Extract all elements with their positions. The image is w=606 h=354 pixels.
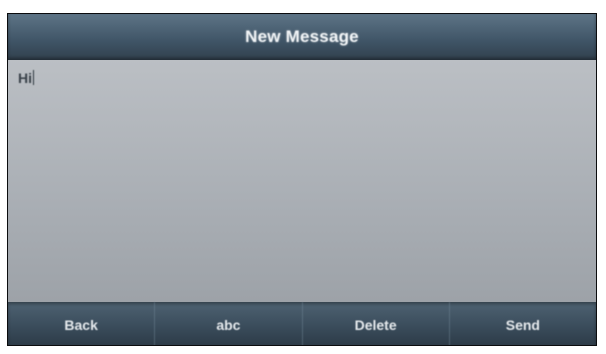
- phone-screen: New Message Hi Back abc Delete Send: [7, 13, 597, 346]
- softkey-bar: Back abc Delete Send: [8, 302, 596, 345]
- back-softkey[interactable]: Back: [8, 302, 156, 345]
- message-input[interactable]: Hi: [18, 70, 34, 86]
- input-mode-softkey[interactable]: abc: [155, 302, 303, 345]
- message-text: Hi: [18, 70, 32, 86]
- message-input-area[interactable]: Hi: [8, 60, 596, 302]
- delete-softkey[interactable]: Delete: [303, 302, 450, 345]
- text-cursor: [33, 70, 34, 85]
- screen-title: New Message: [245, 27, 359, 46]
- title-bar: New Message: [8, 14, 596, 60]
- send-softkey[interactable]: Send: [450, 302, 596, 345]
